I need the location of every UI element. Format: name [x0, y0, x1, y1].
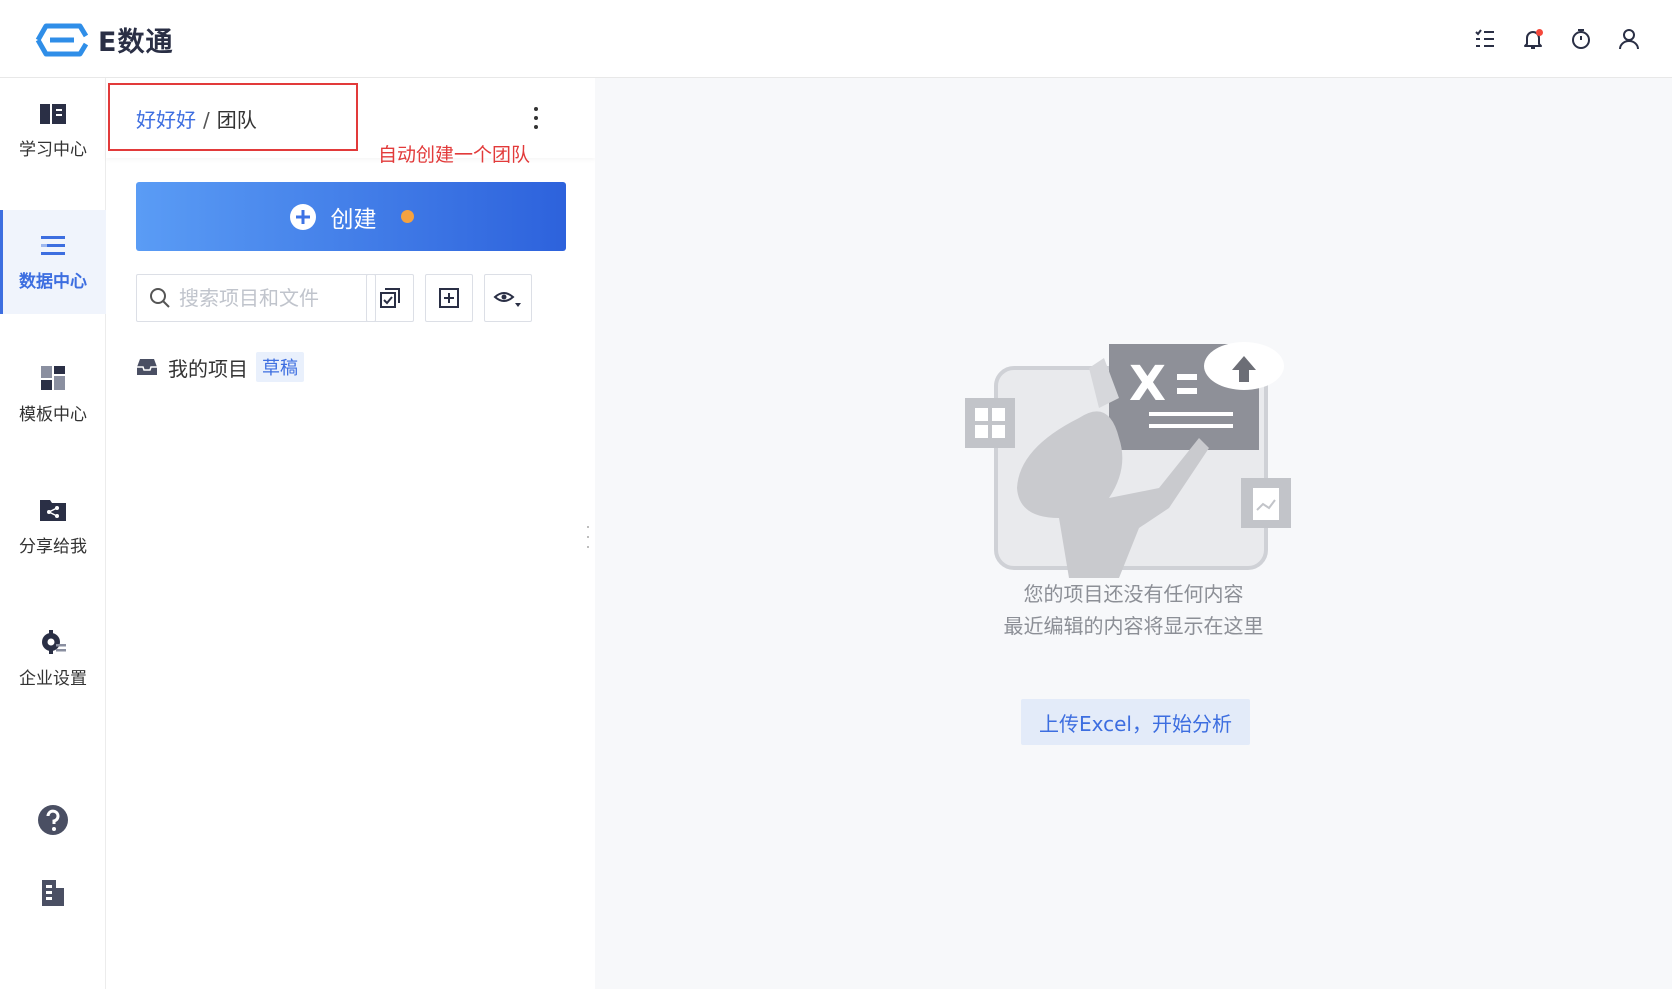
- timer-icon[interactable]: [1568, 26, 1594, 52]
- svg-text:X: X: [1129, 356, 1166, 412]
- tasks-icon[interactable]: [1472, 26, 1498, 52]
- notification-dot: [1536, 29, 1543, 36]
- main-content: X 您的项目还没有任何内容 最近编辑的内容将显示在这里 上传Excel，开始分析: [595, 78, 1672, 989]
- more-options-icon[interactable]: [524, 104, 548, 132]
- breadcrumb-separator: /: [203, 108, 210, 132]
- search-input[interactable]: [179, 286, 369, 310]
- panel-header: 好好好 / 团队 自动创建一个团队: [106, 78, 595, 166]
- my-projects-item[interactable]: 我的项目 草稿: [136, 352, 304, 382]
- panel-resize-handle[interactable]: [587, 526, 591, 548]
- bell-icon[interactable]: [1520, 26, 1546, 52]
- project-panel: 好好好 /团队 自动创建一个团队 创建 我的项目 草稿: [106, 78, 595, 989]
- logo-mark-icon: [35, 23, 88, 56]
- plus-square-icon: [439, 288, 459, 308]
- nav-item-data-center[interactable]: 数据中心: [0, 210, 106, 314]
- view-options-button[interactable]: [484, 274, 532, 322]
- help-icon: [38, 805, 68, 835]
- breadcrumb-team-link[interactable]: 好好好: [136, 108, 196, 132]
- app-name: E数通: [98, 27, 174, 58]
- annotation-text: 自动创建一个团队: [378, 144, 531, 166]
- my-projects-label: 我的项目: [168, 356, 248, 381]
- building-icon: [42, 880, 64, 906]
- left-nav: 学习中心 数据中心 模板中心 分享给我 企业设置: [0, 78, 106, 989]
- nav-label: 学习中心: [19, 139, 87, 160]
- app-logo[interactable]: E数通: [30, 20, 173, 59]
- eye-dropdown-icon: [493, 292, 521, 307]
- top-bar: E数通: [0, 0, 1672, 78]
- user-icon[interactable]: [1616, 26, 1642, 52]
- draft-badge: 草稿: [256, 352, 304, 382]
- book-icon: [40, 103, 66, 124]
- search-icon: [150, 288, 170, 308]
- checkbox-multi-icon: [380, 288, 400, 308]
- create-indicator-dot: [400, 210, 414, 223]
- empty-state-line-2: 最近编辑的内容将显示在这里: [1003, 614, 1264, 638]
- nav-label: 分享给我: [19, 536, 87, 557]
- upload-excel-button[interactable]: 上传Excel，开始分析: [1021, 699, 1250, 745]
- nav-item-templates[interactable]: 模板中心: [0, 342, 106, 446]
- plus-circle-icon: [289, 203, 316, 230]
- nav-label: 数据中心: [19, 271, 87, 292]
- nav-item-shared[interactable]: 分享给我: [0, 474, 106, 578]
- nav-item-enterprise-settings[interactable]: 企业设置: [0, 606, 106, 710]
- help-button[interactable]: [0, 804, 106, 836]
- new-item-button[interactable]: [425, 274, 473, 322]
- breadcrumb: 好好好 / 团队: [136, 104, 257, 133]
- inbox-icon: [137, 359, 157, 375]
- batch-select-button[interactable]: [366, 274, 414, 322]
- create-button[interactable]: 创建: [136, 182, 566, 251]
- nav-item-learning[interactable]: 学习中心: [0, 78, 106, 182]
- list-icon: [41, 235, 65, 255]
- share-folder-icon: [40, 499, 66, 521]
- empty-state-line-1: 您的项目还没有任何内容: [1023, 582, 1244, 606]
- empty-state-illustration: X: [965, 342, 1291, 578]
- search-box: [136, 274, 376, 322]
- nav-label: 企业设置: [19, 668, 87, 689]
- organization-button[interactable]: [0, 878, 106, 908]
- nav-label: 模板中心: [19, 404, 87, 425]
- template-icon: [41, 365, 65, 390]
- create-button-label: 创建: [330, 206, 377, 233]
- breadcrumb-current: 团队: [216, 108, 257, 132]
- settings-icon: [42, 629, 66, 654]
